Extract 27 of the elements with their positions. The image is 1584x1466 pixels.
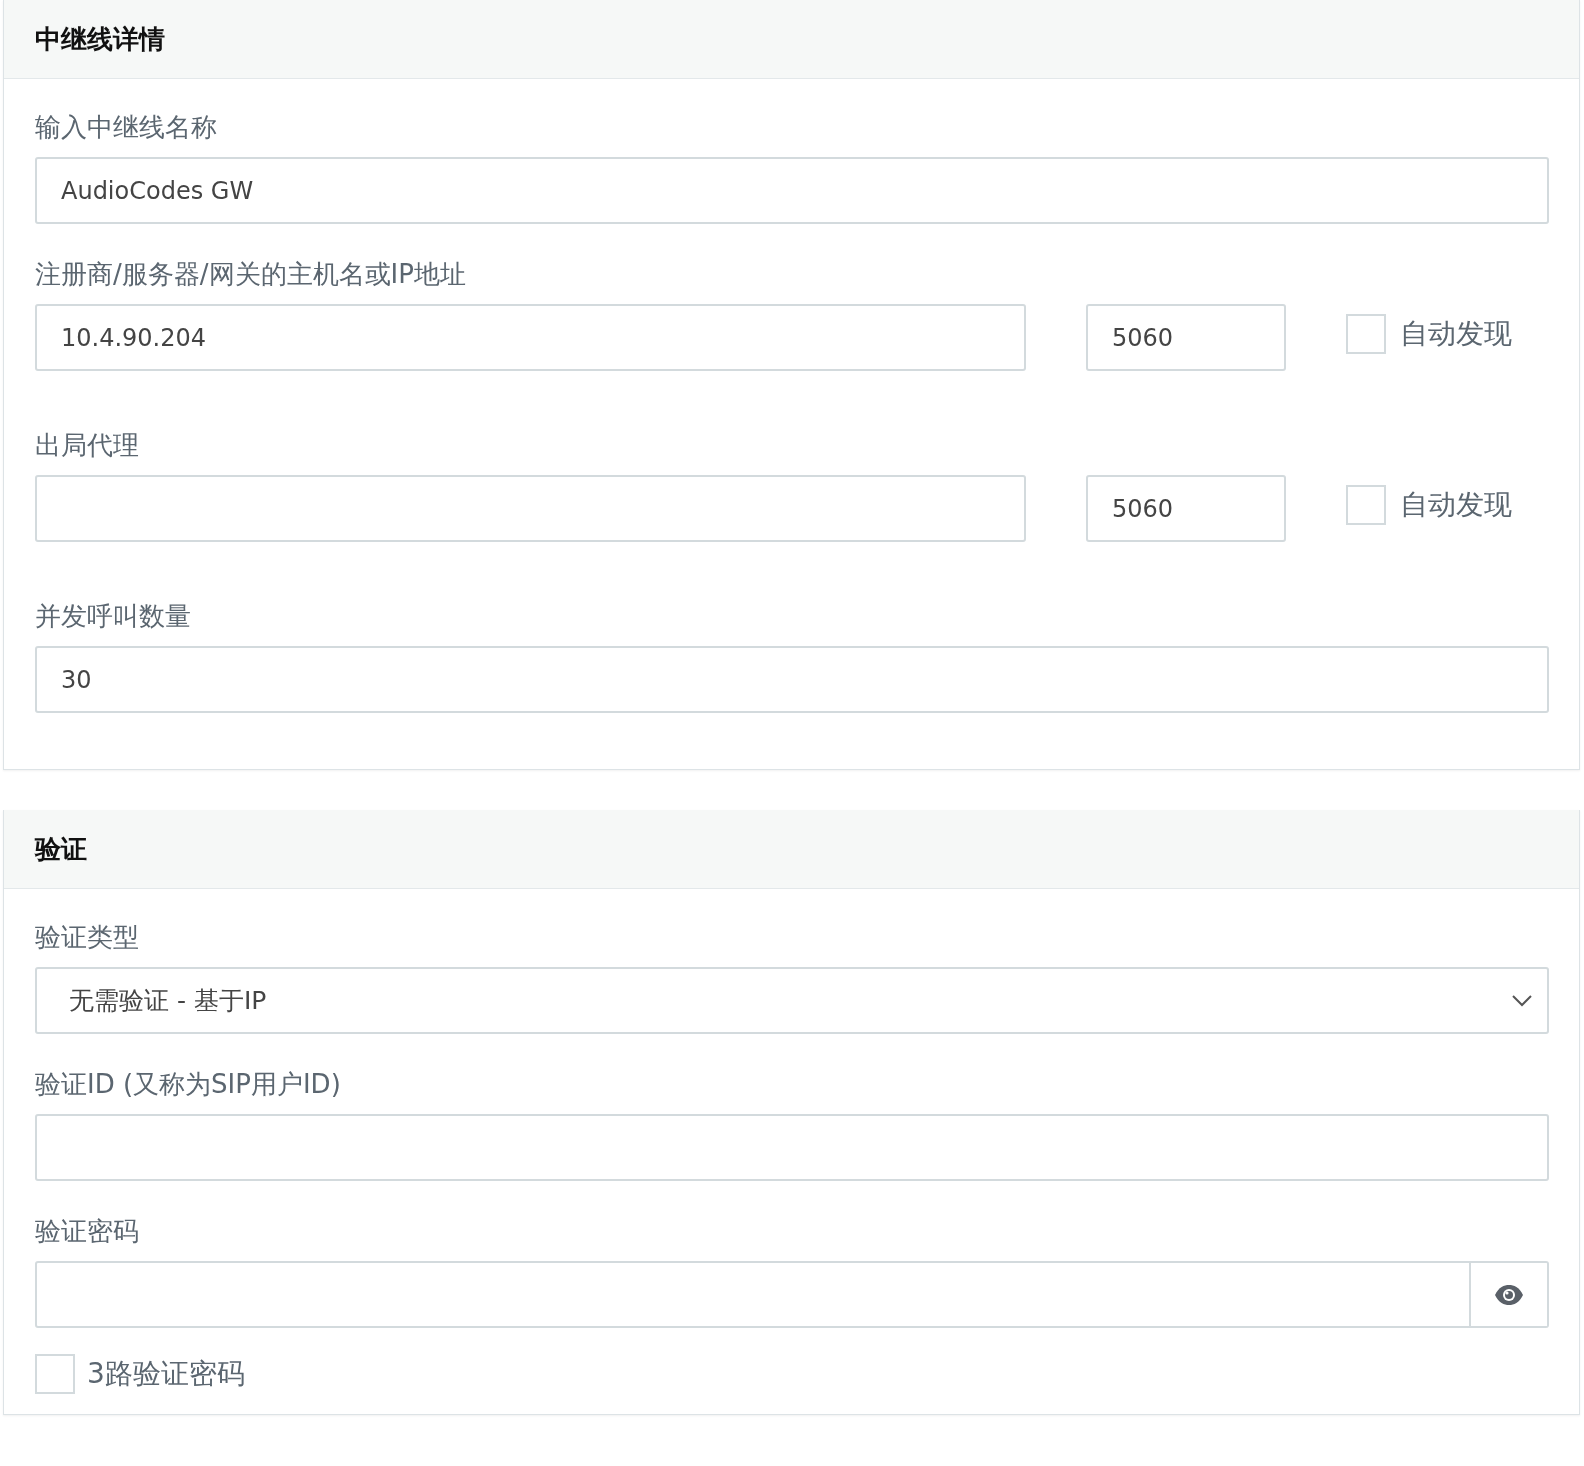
panel-title: 中继线详情: [35, 22, 165, 56]
eye-icon: [1494, 1283, 1524, 1306]
field-label: 验证ID (又称为SIP用户ID): [35, 1068, 342, 1101]
select-dropdown[interactable]: 无需验证 - 基于IP: [35, 967, 1549, 1034]
field-label: 出局代理: [35, 429, 140, 462]
port-field[interactable]: 5060: [1086, 475, 1286, 542]
host-field[interactable]: [35, 475, 1026, 542]
text-field[interactable]: [35, 1114, 1549, 1181]
field-label: 输入中继线名称: [35, 111, 218, 144]
checkbox[interactable]: [35, 1354, 75, 1394]
field-label: 注册商/服务器/网关的主机名或IP地址: [35, 258, 467, 291]
checkbox-label: 3路验证密码: [87, 1356, 245, 1392]
checkbox[interactable]: [1346, 484, 1386, 525]
field-label: 验证密码: [35, 1215, 140, 1248]
text-field[interactable]: 30: [35, 646, 1549, 713]
host-field[interactable]: 10.4.90.204: [35, 304, 1026, 371]
panel-title: 验证: [35, 832, 87, 866]
field-label: 并发呼叫数量: [35, 600, 192, 633]
field-label: 验证类型: [35, 921, 140, 954]
checkbox[interactable]: [1346, 313, 1386, 354]
text-field[interactable]: AudioCodes GW: [35, 157, 1549, 224]
show-password-button[interactable]: [1471, 1261, 1549, 1328]
checkbox-label: 自动发现: [1400, 315, 1512, 352]
checkbox-label: 自动发现: [1400, 486, 1512, 523]
password-field[interactable]: [35, 1261, 1471, 1328]
port-field[interactable]: 5060: [1086, 304, 1286, 371]
chevron-down-icon: [1511, 993, 1533, 1008]
